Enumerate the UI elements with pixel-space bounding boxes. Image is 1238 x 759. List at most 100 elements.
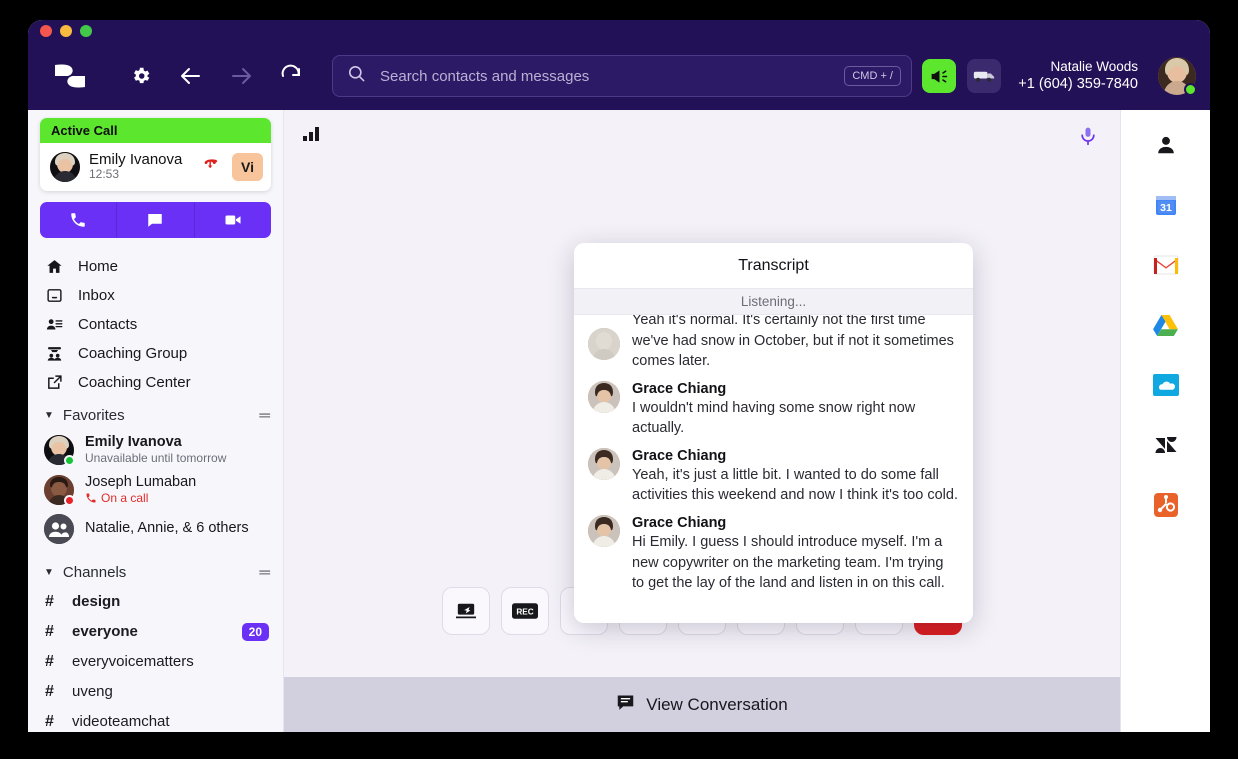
favorite-item[interactable]: Joseph Lumaban On a call [28, 470, 283, 510]
favorite-avatar-wrap [44, 513, 74, 544]
favorite-avatar-wrap [44, 474, 75, 506]
channels-title: Channels [62, 563, 127, 581]
presence-indicator [64, 454, 75, 466]
search-shortcut-hint: CMD + / [844, 66, 901, 86]
transcript-list[interactable]: Yeah it's normal. It's certainly not the… [574, 315, 973, 623]
rail-google-calendar-icon[interactable]: 31 [1149, 188, 1183, 222]
rail-zendesk-icon[interactable] [1149, 428, 1183, 462]
hash-icon: # [45, 712, 54, 730]
rail-google-drive-icon[interactable] [1149, 308, 1183, 342]
back-button[interactable] [166, 55, 216, 97]
channel-item-everyone[interactable]: # everyone 20 [28, 617, 283, 647]
transcript-message: Grace Chiang I wouldn't mind having some… [588, 380, 959, 439]
presence-indicator [64, 494, 75, 506]
active-call-row[interactable]: Emily Ivanova 12:53 Vi [40, 143, 271, 191]
transcript-title: Transcript [574, 243, 973, 289]
current-user-phone: +1 (604) 359-7840 [1018, 76, 1138, 93]
rail-contact-icon[interactable] [1149, 128, 1183, 162]
message-button[interactable] [117, 202, 195, 239]
avatar [588, 328, 620, 360]
svg-text:REC: REC [516, 607, 533, 616]
current-user-name: Natalie Woods [1050, 58, 1138, 74]
chat-icon [616, 694, 635, 716]
active-call-card[interactable]: Active Call Emily Ivanova 12:53 Vi [40, 118, 271, 192]
settings-button[interactable] [116, 55, 166, 97]
favorite-status-wrap: On a call [85, 491, 196, 505]
microphone-icon[interactable] [1078, 124, 1098, 153]
sidebar-item-label: Contacts [78, 316, 138, 334]
megaphone-icon[interactable] [922, 59, 957, 93]
favorite-item-group[interactable]: Natalie, Annie, & 6 others [28, 510, 283, 548]
search-icon [347, 64, 366, 88]
sidebar-item-contacts[interactable]: Contacts [28, 310, 283, 339]
avatar [588, 380, 620, 413]
transcript-content: Grace Chiang I wouldn't mind having some… [632, 381, 959, 439]
active-call-vi-badge[interactable]: Vi [232, 152, 263, 181]
active-call-text: Emily Ivanova 12:53 [89, 151, 192, 182]
rail-hubspot-icon[interactable] [1149, 488, 1183, 522]
favorites-section-header[interactable]: ▼ Favorites ═ [28, 397, 283, 430]
transcript-content: Yeah it's normal. It's certainly not the… [632, 315, 959, 372]
active-call-hangup-icon[interactable] [201, 153, 223, 180]
maximize-window-button[interactable] [80, 25, 92, 37]
search-input[interactable]: Search contacts and messages [380, 68, 830, 85]
rail-salesforce-icon[interactable] [1149, 368, 1183, 402]
favorite-item[interactable]: Emily Ivanova Unavailable until tomorrow [28, 430, 283, 470]
transcript-message: Yeah it's normal. It's certainly not the… [588, 315, 959, 372]
svg-text:31: 31 [1160, 202, 1172, 214]
toolbar-right-group: Natalie Woods +1 (604) 359-7840 [922, 57, 1197, 96]
transcript-text: Hi Emily. I guess I should introduce mys… [632, 534, 945, 592]
group-avatar [44, 513, 74, 544]
record-button[interactable]: REC [501, 587, 549, 635]
rail-gmail-icon[interactable] [1149, 248, 1183, 282]
title-bar [28, 20, 1210, 42]
reload-button[interactable] [266, 55, 316, 97]
main-panel: Emily Ivanova +1 (604) 649-0504 12:53 RE… [284, 110, 1210, 732]
quick-action-row [40, 202, 271, 239]
channel-item-videoteamchat[interactable]: # videoteamchat [28, 707, 283, 732]
chevron-down-icon: ▼ [44, 566, 54, 578]
channel-label: design [72, 593, 121, 611]
sidebar-item-inbox[interactable]: Inbox [28, 281, 283, 310]
transcript-content: Grace Chiang Hi Emily. I guess I should … [632, 515, 959, 594]
drag-handle-icon[interactable]: ═ [259, 564, 270, 581]
inbox-icon [44, 287, 64, 304]
active-call-duration: 12:53 [89, 167, 120, 182]
transcript-speaker: Grace Chiang [632, 515, 727, 532]
active-call-avatar [50, 151, 80, 182]
search-bar[interactable]: Search contacts and messages CMD + / [332, 55, 912, 97]
phone-button[interactable] [40, 202, 118, 239]
sidebar: Active Call Emily Ivanova 12:53 Vi Home … [28, 110, 284, 732]
signal-bars-icon [302, 124, 324, 147]
video-button[interactable] [194, 202, 271, 239]
view-conversation-label: View Conversation [646, 694, 788, 714]
drag-handle-icon[interactable]: ═ [259, 407, 270, 424]
close-window-button[interactable] [40, 25, 52, 37]
channel-item-uveng[interactable]: # uveng [28, 677, 283, 707]
minimize-window-button[interactable] [60, 25, 72, 37]
current-user-avatar[interactable] [1158, 57, 1197, 96]
channel-unread-badge: 20 [241, 622, 269, 641]
screen-share-button[interactable] [442, 587, 490, 635]
transcript-speaker: Grace Chiang [632, 380, 727, 397]
forward-button[interactable] [216, 55, 266, 97]
view-conversation-button[interactable]: View Conversation [284, 677, 1120, 732]
sidebar-item-home[interactable]: Home [28, 252, 283, 281]
sidebar-item-label: Coaching Center [78, 374, 191, 392]
channel-item-design[interactable]: # design [28, 587, 283, 617]
favorites-title: Favorites [62, 407, 125, 425]
channel-item-everyvoicematters[interactable]: # everyvoicematters [28, 647, 283, 677]
favorite-avatar-wrap [44, 434, 75, 466]
van-icon[interactable] [967, 59, 1002, 93]
contacts-icon [44, 316, 64, 333]
avatar [588, 447, 620, 480]
channel-label: everyone [72, 623, 138, 641]
coaching-group-icon [44, 345, 64, 362]
current-user-info: Natalie Woods +1 (604) 359-7840 [1018, 59, 1138, 94]
sidebar-item-coaching-center[interactable]: Coaching Center [28, 368, 283, 397]
sidebar-item-label: Inbox [78, 287, 115, 305]
channels-section-header[interactable]: ▼ Channels ═ [28, 548, 283, 587]
hash-icon: # [45, 622, 54, 640]
sidebar-item-coaching-group[interactable]: Coaching Group [28, 339, 283, 368]
hash-icon: # [45, 682, 54, 700]
